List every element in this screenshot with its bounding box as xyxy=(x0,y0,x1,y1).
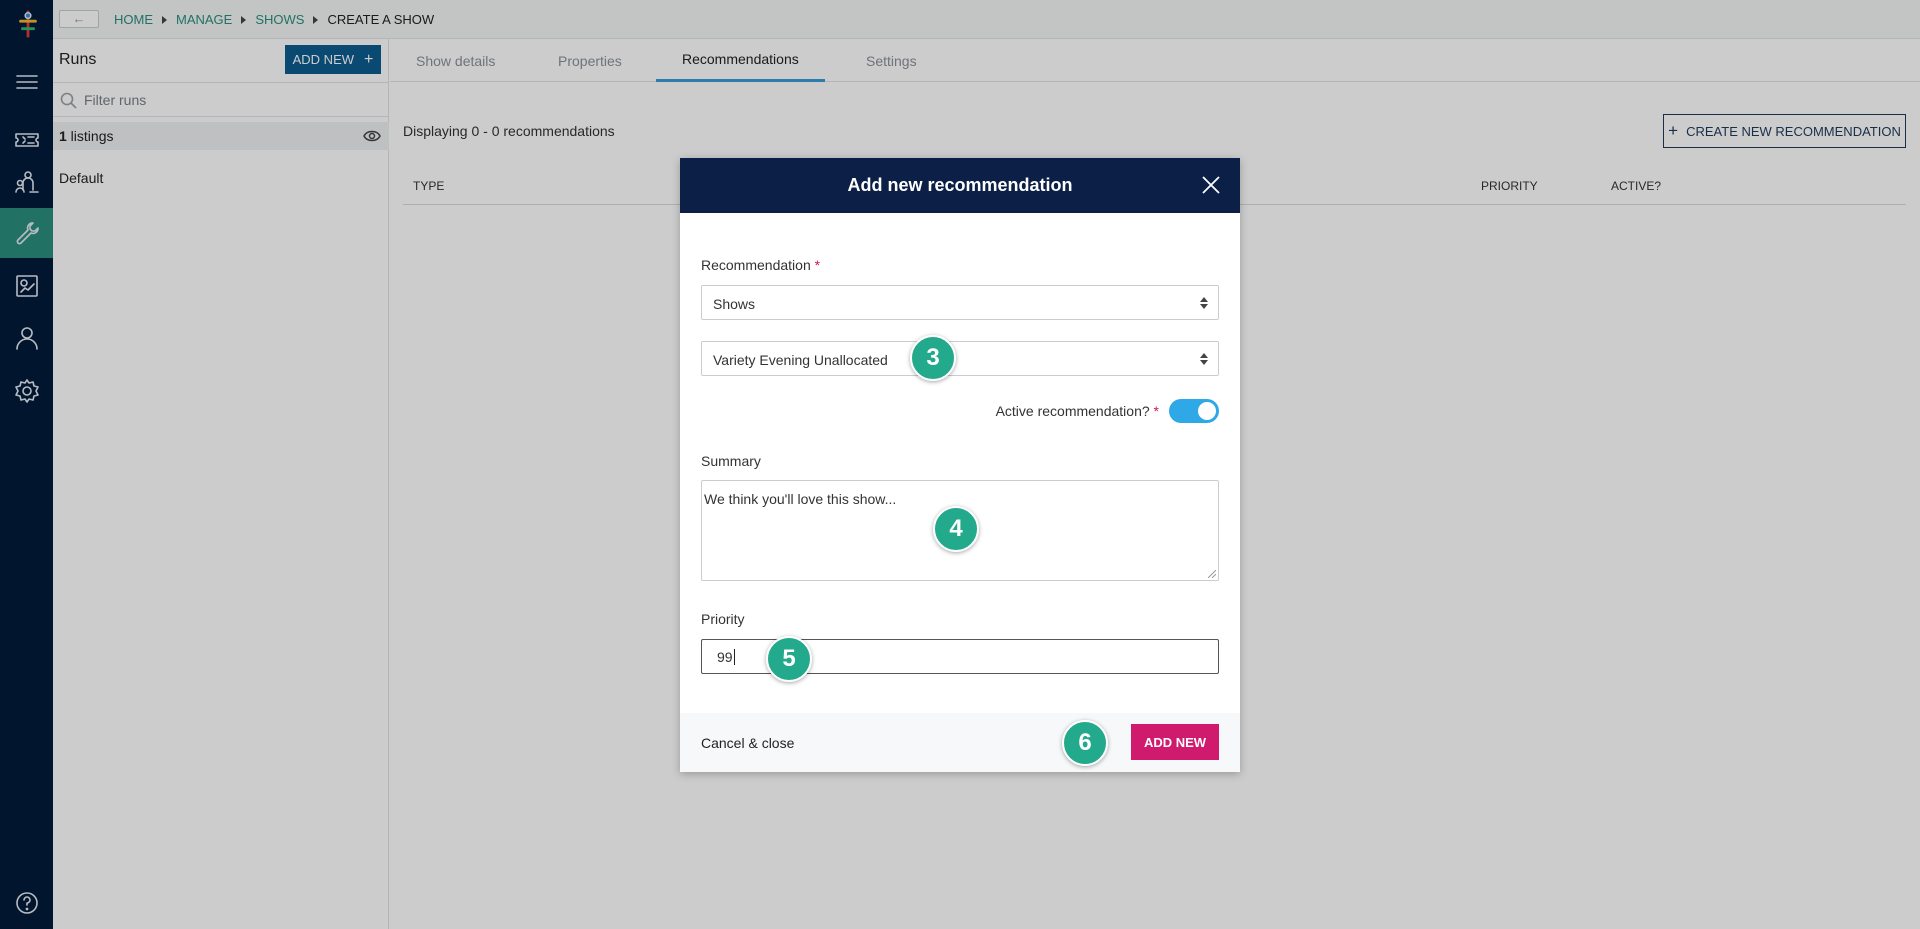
select-arrows-icon xyxy=(1200,297,1208,309)
resize-handle-icon[interactable] xyxy=(1208,570,1216,578)
select-arrows-icon xyxy=(1200,353,1208,365)
recommendation-item-value: Variety Evening Unallocated xyxy=(713,352,888,368)
toggle-knob xyxy=(1198,402,1216,420)
step-badge: 3 xyxy=(910,335,956,381)
summary-label: Summary xyxy=(701,453,761,469)
step-badge: 4 xyxy=(933,506,979,552)
active-toggle[interactable] xyxy=(1169,399,1219,423)
close-icon[interactable] xyxy=(1202,176,1220,194)
summary-value: We think you'll love this show... xyxy=(704,491,897,507)
priority-value: 99 xyxy=(717,649,733,665)
recommendation-type-value: Shows xyxy=(713,296,756,312)
add-new-button[interactable]: ADD NEW xyxy=(1131,724,1219,760)
recommendation-label: Recommendation * xyxy=(701,257,821,273)
active-recommendation-label: Active recommendation? * xyxy=(995,403,1159,419)
active-recommendation-row: Active recommendation? * xyxy=(996,399,1219,423)
priority-label: Priority xyxy=(701,611,745,627)
step-badge: 5 xyxy=(766,636,812,682)
add-recommendation-modal: Add new recommendation Recommendation * … xyxy=(680,158,1240,772)
modal-footer: Cancel & close ADD NEW xyxy=(680,713,1240,772)
step-badge: 6 xyxy=(1062,720,1108,766)
modal-header: Add new recommendation xyxy=(680,158,1240,213)
modal-title: Add new recommendation xyxy=(847,175,1073,195)
recommendation-type-select[interactable]: Shows xyxy=(701,285,1219,320)
recommendation-item-select[interactable]: Variety Evening Unallocated xyxy=(701,341,1219,376)
required-marker: * xyxy=(814,257,821,273)
text-cursor xyxy=(733,649,735,665)
cancel-close-link[interactable]: Cancel & close xyxy=(701,735,794,751)
